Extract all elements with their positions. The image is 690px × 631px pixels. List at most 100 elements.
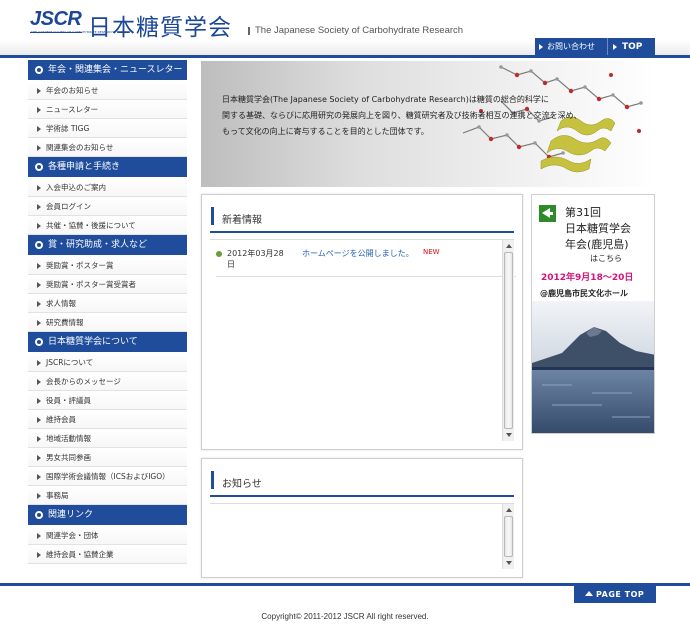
scroll-up-icon[interactable] — [506, 508, 512, 512]
news-title: 新着情報 — [222, 215, 262, 226]
circle-bullet-icon — [35, 241, 43, 249]
triangle-right-icon — [37, 398, 41, 404]
scroll-thumb[interactable] — [504, 252, 513, 429]
sidebar-item-awards[interactable]: 奨励賞・ポスター賞 — [28, 256, 187, 275]
contact-label: お問い合わせ — [547, 42, 595, 51]
triangle-right-icon — [37, 379, 41, 385]
triangle-right-icon — [37, 223, 41, 229]
banner-date: 2012年9月18～20日 — [541, 273, 634, 283]
news-list[interactable]: 2012年03月28日 ホームページを公開しました。 NEW — [210, 239, 516, 441]
triangle-right-icon — [37, 185, 41, 191]
notices-title: お知らせ — [222, 479, 262, 490]
description-line: 関する基礎、ならびに応用研究の発展向上を図り、糖質研究者及び技術者相互の連携と交… — [222, 111, 582, 120]
list-item: 2012年03月28日 ホームページを公開しました。 NEW — [216, 246, 516, 277]
scroll-down-icon[interactable] — [506, 433, 512, 437]
top-button[interactable]: TOP — [607, 38, 655, 56]
triangle-right-icon — [37, 107, 41, 113]
circle-bullet-icon — [35, 66, 43, 74]
sidebar-item-related-meetings[interactable]: 関連集会のお知らせ — [28, 138, 187, 157]
banner-venue: @鹿児島市民文化ホール — [540, 289, 628, 298]
notices-panel: お知らせ — [201, 458, 523, 578]
volcano-photo — [532, 301, 654, 433]
triangle-right-icon — [37, 320, 41, 326]
triangle-right-icon — [37, 455, 41, 461]
banner-here: はこちら — [590, 254, 622, 263]
header-nav: お問い合わせ TOP — [535, 38, 655, 56]
header-divider — [0, 55, 690, 58]
sidebar-item-annual-meeting[interactable]: 年会のお知らせ — [28, 81, 187, 100]
triangle-right-icon — [37, 301, 41, 307]
circle-bullet-icon — [35, 511, 43, 519]
arrow-left-icon — [539, 205, 556, 222]
triangle-right-icon — [37, 126, 41, 132]
top-label: TOP — [622, 42, 643, 52]
triangle-right-icon — [37, 204, 41, 210]
society-description: 日本糖質学会(The Japanese Society of Carbohydr… — [222, 92, 637, 140]
sidebar-item-international-conferences[interactable]: 国際学術会議情報（ICSおよびIGO） — [28, 467, 187, 486]
site-header: JSCR THE JAPANESE SOCIETY OF CARBOHYDRAT… — [0, 0, 690, 58]
news-header: 新着情報 — [210, 203, 514, 233]
scroll-thumb[interactable] — [504, 516, 513, 557]
sidebar-nav: 年会・関連集会・ニュースレター 年会のお知らせ ニュースレター 学術誌 TIGG… — [28, 60, 187, 564]
hero-banner: 日本糖質学会(The Japanese Society of Carbohydr… — [201, 61, 656, 187]
contact-button[interactable]: お問い合わせ — [535, 38, 605, 56]
triangle-right-icon — [37, 417, 41, 423]
triangle-right-icon — [37, 88, 41, 94]
notices-list[interactable] — [210, 503, 514, 569]
heading-accent-bar — [211, 207, 214, 225]
description-line: 日本糖質学会(The Japanese Society of Carbohydr… — [222, 95, 549, 104]
notices-header: お知らせ — [210, 467, 514, 497]
news-scrollbar[interactable] — [502, 240, 514, 441]
sidebar-item-tigg[interactable]: 学術誌 TIGG — [28, 119, 187, 138]
sidebar-item-newsletter[interactable]: ニュースレター — [28, 100, 187, 119]
sidebar-item-supporting-members[interactable]: 維持会員 — [28, 410, 187, 429]
triangle-right-icon — [37, 360, 41, 366]
banner-society: 日本糖質学会 — [565, 222, 631, 235]
sidebar-item-regional-activities[interactable]: 地域活動情報 — [28, 429, 187, 448]
description-line: もって文化の向上に寄与することを目的とした団体です。 — [222, 127, 429, 136]
sidebar-item-grants[interactable]: 研究費情報 — [28, 313, 187, 332]
news-date: 2012年03月28日 — [227, 249, 284, 269]
sidebar-item-sponsorship[interactable]: 共催・協賛・後援について — [28, 216, 187, 235]
arrow-right-icon — [539, 44, 543, 50]
sidebar-item-award-winners[interactable]: 奨励賞・ポスター賞受賞者 — [28, 275, 187, 294]
sidebar-item-gender-equality[interactable]: 男女共同参画 — [28, 448, 187, 467]
circle-bullet-icon — [35, 163, 43, 171]
sidebar-item-officers[interactable]: 役員・評議員 — [28, 391, 187, 410]
banner-edition: 第31回 — [565, 206, 601, 219]
sidebar-item-membership[interactable]: 入会申込のご案内 — [28, 178, 187, 197]
sidebar-heading-meetings: 年会・関連集会・ニュースレター — [28, 60, 187, 80]
news-panel: 新着情報 2012年03月28日 ホームページを公開しました。 NEW — [201, 194, 523, 450]
scroll-up-icon[interactable] — [506, 244, 512, 248]
arrow-up-icon — [585, 591, 593, 596]
site-logo[interactable]: JSCR THE JAPANESE SOCIETY OF CARBOHYDRAT… — [30, 8, 240, 41]
circle-bullet-icon — [35, 338, 43, 346]
sidebar-item-related-societies[interactable]: 関連学会・団体 — [28, 526, 187, 545]
bullet-icon — [216, 251, 222, 257]
sidebar-item-jobs[interactable]: 求人情報 — [28, 294, 187, 313]
triangle-right-icon — [37, 474, 41, 480]
sidebar-item-president-message[interactable]: 会長からのメッセージ — [28, 372, 187, 391]
tagline-divider — [248, 27, 250, 35]
triangle-right-icon — [37, 145, 41, 151]
sidebar-item-member-login[interactable]: 会員ログイン — [28, 197, 187, 216]
sidebar-heading-applications: 各種申請と手続き — [28, 157, 187, 177]
site-title: 日本糖質学会 — [88, 15, 232, 41]
sidebar-item-secretariat[interactable]: 事務局 — [28, 486, 187, 505]
triangle-right-icon — [37, 493, 41, 499]
sidebar-heading-about: 日本糖質学会について — [28, 332, 187, 352]
sidebar-item-sponsor-companies[interactable]: 維持会員・協賛企業 — [28, 545, 187, 564]
notices-scrollbar[interactable] — [502, 504, 514, 569]
logo-mark: JSCR — [30, 8, 82, 30]
banner-meeting: 年会(鹿児島) — [565, 238, 629, 251]
triangle-right-icon — [37, 263, 41, 269]
triangle-right-icon — [37, 282, 41, 288]
sidebar-item-about-jscr[interactable]: JSCRについて — [28, 353, 187, 372]
annual-meeting-banner[interactable]: 第31回 日本糖質学会 年会(鹿児島) はこちら 2012年9月18～20日 @… — [531, 194, 655, 434]
heading-accent-bar — [211, 471, 214, 489]
sidebar-heading-links: 関連リンク — [28, 505, 187, 525]
news-link[interactable]: ホームページを公開しました。 — [302, 248, 414, 259]
arrow-right-icon — [613, 44, 617, 50]
page-top-button[interactable]: PAGE TOP — [574, 586, 656, 603]
scroll-down-icon[interactable] — [506, 561, 512, 565]
